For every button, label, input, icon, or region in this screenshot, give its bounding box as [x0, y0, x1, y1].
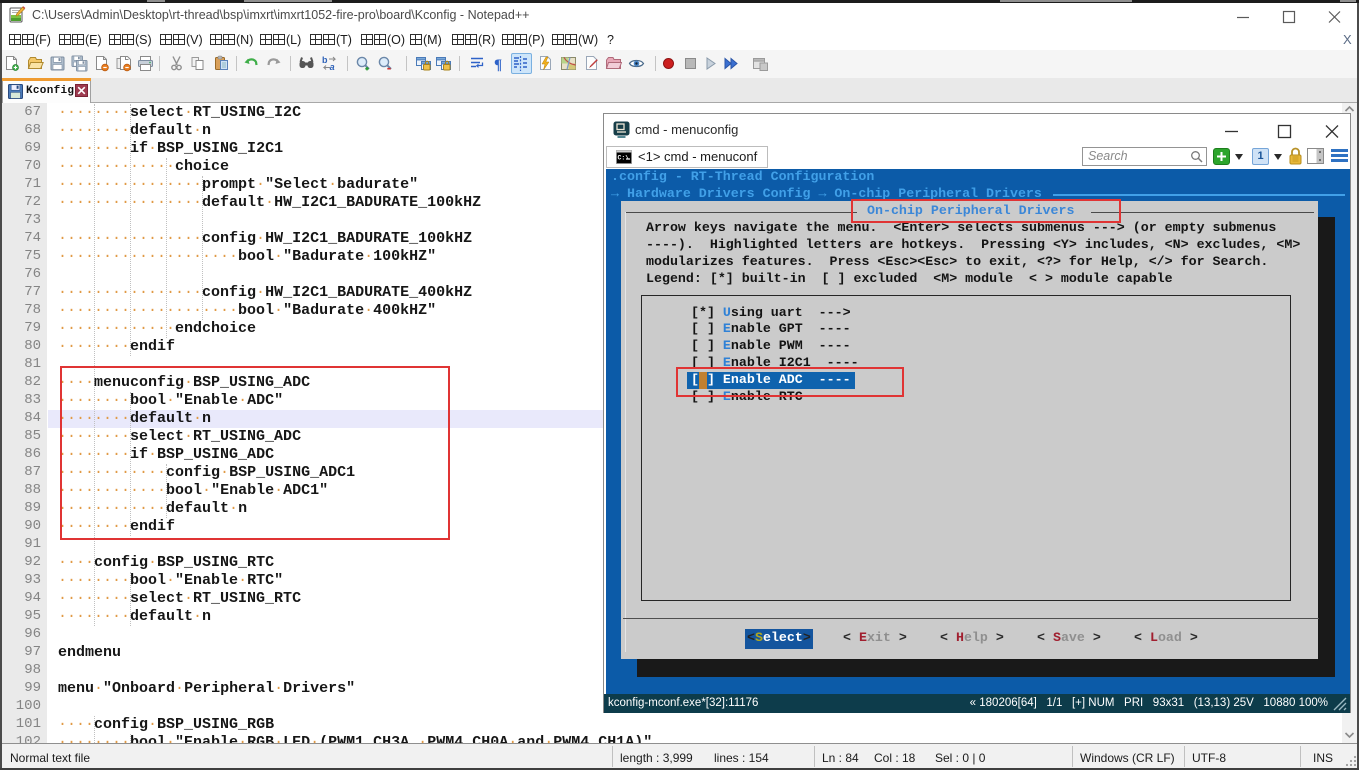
svg-text:b: b	[322, 55, 328, 65]
svg-text:¶: ¶	[494, 57, 502, 72]
svg-text:a: a	[330, 62, 335, 72]
svg-text:C:\: C:\	[618, 155, 630, 162]
